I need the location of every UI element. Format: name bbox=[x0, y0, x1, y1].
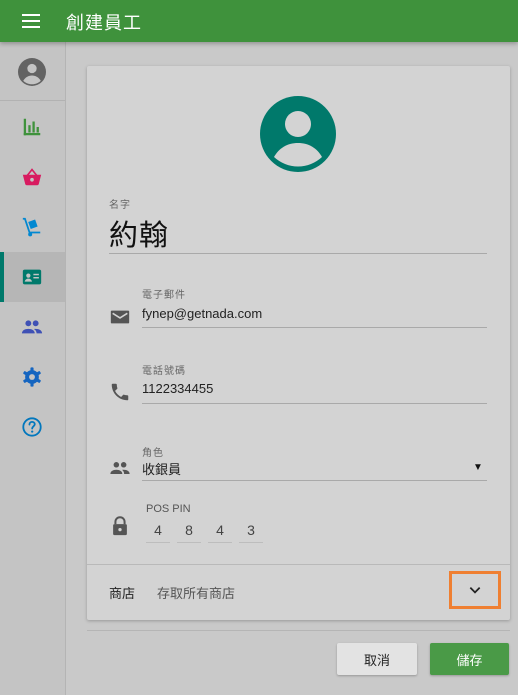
phone-icon bbox=[111, 383, 129, 401]
account-circle-icon bbox=[18, 58, 46, 86]
sidebar-item-inventory[interactable] bbox=[0, 202, 65, 252]
pin-digit-3[interactable]: 4 bbox=[208, 522, 232, 543]
email-icon bbox=[110, 310, 130, 324]
sidebar-item-employees[interactable] bbox=[0, 252, 65, 302]
email-label: 電子郵件 bbox=[142, 290, 186, 301]
people-icon bbox=[21, 320, 43, 334]
sidebar-item-help[interactable] bbox=[0, 402, 65, 452]
name-underline bbox=[109, 253, 487, 254]
dropdown-arrow-icon[interactable]: ▼ bbox=[473, 462, 483, 473]
page-title: 創建員工 bbox=[66, 13, 142, 33]
pin-digit-1[interactable]: 4 bbox=[146, 522, 170, 543]
pin-digit-2[interactable]: 8 bbox=[177, 522, 201, 543]
name-field[interactable]: 約翰 bbox=[109, 212, 169, 254]
sidebar-item-reports[interactable] bbox=[0, 102, 65, 152]
badge-icon bbox=[22, 269, 42, 285]
save-button[interactable]: 儲存 bbox=[430, 643, 509, 675]
role-label: 角色 bbox=[142, 448, 164, 459]
hand-truck-icon bbox=[22, 217, 41, 237]
phone-underline bbox=[142, 403, 487, 404]
people-icon bbox=[110, 462, 130, 474]
gear-icon bbox=[23, 367, 41, 387]
pos-pin-label: POS PIN bbox=[146, 503, 191, 515]
sidebar bbox=[0, 42, 66, 695]
role-underline bbox=[142, 480, 487, 481]
footer-divider bbox=[87, 630, 510, 631]
name-label: 名字 bbox=[109, 200, 131, 211]
help-icon bbox=[22, 417, 42, 437]
sidebar-item-customers[interactable] bbox=[0, 302, 65, 352]
sidebar-item-sales[interactable] bbox=[0, 152, 65, 202]
chevron-down-icon bbox=[469, 587, 481, 594]
app-bar: 創建員工 bbox=[0, 0, 518, 42]
store-access-value: 存取所有商店 bbox=[157, 586, 236, 601]
employee-form-card: 名字 約翰 電子郵件 fynep@getnada.com 電話號碼 112233… bbox=[87, 66, 510, 620]
menu-icon[interactable] bbox=[22, 13, 40, 29]
store-divider bbox=[87, 564, 510, 565]
role-select[interactable]: 收銀員 bbox=[142, 459, 181, 478]
phone-field[interactable]: 1122334455 bbox=[142, 381, 213, 396]
store-label: 商店 bbox=[109, 586, 136, 601]
expand-stores-button[interactable] bbox=[449, 571, 501, 609]
bar-chart-icon bbox=[23, 118, 41, 136]
sidebar-profile[interactable] bbox=[0, 42, 65, 101]
sidebar-item-settings[interactable] bbox=[0, 352, 65, 402]
cancel-button[interactable]: 取消 bbox=[337, 643, 417, 675]
employee-avatar-icon[interactable] bbox=[260, 96, 336, 172]
email-underline bbox=[142, 327, 487, 328]
phone-label: 電話號碼 bbox=[142, 366, 186, 377]
email-field[interactable]: fynep@getnada.com bbox=[142, 306, 262, 321]
pin-digit-4[interactable]: 3 bbox=[239, 522, 263, 543]
basket-icon bbox=[22, 168, 42, 186]
lock-icon bbox=[113, 516, 127, 536]
